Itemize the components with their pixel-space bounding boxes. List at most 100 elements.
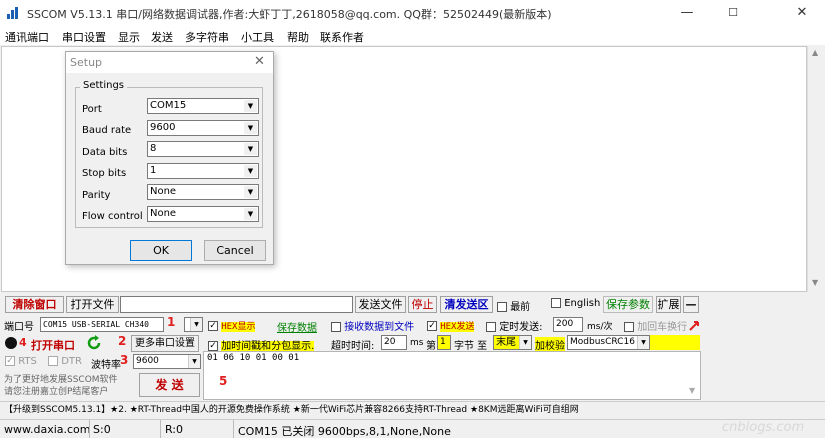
port-select[interactable]: COM15 ▼ (147, 98, 259, 114)
scroll-down-icon[interactable]: ▼ (689, 386, 695, 395)
checkbox-box (551, 298, 561, 308)
checkbox-box (486, 322, 496, 332)
cancel-button[interactable]: Cancel (204, 240, 266, 261)
chevron-down-icon: ▼ (188, 355, 200, 368)
hex-send-label: HEX发送 (440, 322, 475, 332)
timeout-input[interactable]: 20 (381, 335, 407, 350)
rts-checkbox[interactable]: ✓ RTS (5, 356, 37, 367)
scroll-down-icon[interactable]: ▼ (812, 278, 818, 287)
send-button[interactable]: 发 送 (139, 373, 200, 397)
topmost-checkbox[interactable]: 最前 (497, 298, 530, 313)
checksum-value: ModbusCRC16 (570, 337, 635, 347)
open-port-button[interactable]: 打开串口 (31, 337, 75, 353)
timeout-unit: ms (410, 338, 424, 348)
status-url[interactable]: www.daxia.com (4, 423, 91, 436)
dtr-checkbox[interactable]: DTR (48, 356, 82, 367)
status-bar: www.daxia.com S:0 R:0 COM15 已关闭 9600bps,… (0, 419, 825, 438)
chevron-down-icon: ▼ (244, 100, 257, 112)
add-crlf-checkbox[interactable]: 加回车换行 (624, 318, 687, 333)
checkbox-box (331, 322, 341, 332)
timed-send-checkbox[interactable]: 定时发送: (486, 318, 543, 333)
minimize-button[interactable]: — (664, 0, 710, 26)
more-serial-settings-button[interactable]: 更多串口设置 (131, 335, 199, 352)
window-title: SSCOM V5.13.1 串口/网络数据调试器,作者:大虾丁丁,2618058… (27, 8, 552, 21)
send-content: 01 06 10 01 00 01 (207, 353, 300, 363)
recv-to-file-label: 接收数据到文件 (344, 322, 415, 333)
open-file-button[interactable]: 打开文件 (66, 296, 119, 313)
checksum-select[interactable]: ModbusCRC16 ▼ (567, 335, 650, 350)
interval-input[interactable]: 200 (553, 317, 583, 332)
interval-value: 200 (556, 319, 574, 329)
save-data-link[interactable]: 保存数据 (277, 319, 317, 334)
port-number-label: 端口号 (4, 322, 34, 333)
end-byte-select[interactable]: 末尾 ▼ (493, 335, 532, 350)
port-select-main[interactable]: COM15 USB-SERIAL CH340 (40, 317, 164, 332)
dtr-label: DTR (61, 356, 82, 367)
hex-display-checkbox[interactable]: ✓ HEX显示 (208, 319, 256, 332)
stop-bits-label: Stop bits (82, 168, 127, 179)
topmost-label: 最前 (510, 302, 531, 313)
menu-tools[interactable]: 小工具 (241, 29, 274, 45)
menu-help[interactable]: 帮助 (287, 29, 309, 45)
app-icon (7, 7, 18, 19)
title-bar: SSCOM V5.13.1 串口/网络数据调试器,作者:大虾丁丁,2618058… (0, 0, 825, 26)
status-recv-count: R:0 (165, 423, 184, 436)
close-icon[interactable]: ✕ (254, 54, 265, 69)
chevron-down-icon: ▼ (244, 208, 257, 220)
setup-dialog: Setup ✕ Settings Port COM15 ▼ Baud rate 9… (65, 51, 274, 265)
port-dropdown[interactable]: ▼ (184, 317, 203, 332)
menu-bar: 通讯端口 串口设置 显示 发送 多字符串 小工具 帮助 联系作者 (0, 26, 825, 45)
menu-display[interactable]: 显示 (118, 29, 140, 45)
baud-label: 波特率 (91, 360, 121, 371)
clear-window-button[interactable]: 清除窗口 (5, 296, 64, 313)
data-bits-select[interactable]: 8 ▼ (147, 141, 259, 157)
parity-select[interactable]: None ▼ (147, 184, 259, 200)
baud-select[interactable]: 9600 ▼ (133, 354, 201, 369)
checkbox-checked: ✓ (427, 321, 437, 331)
expand-button[interactable]: 扩展 (656, 296, 681, 313)
maximize-button[interactable]: ☐ (710, 0, 756, 26)
english-checkbox[interactable]: English (551, 298, 600, 309)
baud-rate-select[interactable]: 9600 ▼ (147, 120, 259, 136)
send-area[interactable]: 01 06 10 01 00 01 ▼ (203, 351, 701, 400)
annotation-2: 2 (118, 334, 127, 348)
stop-button[interactable]: 停止 (408, 296, 437, 313)
menu-send[interactable]: 发送 (151, 29, 173, 45)
ok-button[interactable]: OK (130, 240, 192, 261)
menu-serial-settings[interactable]: 串口设置 (62, 29, 106, 45)
timed-send-label: 定时发送: (499, 322, 543, 333)
rts-label: RTS (18, 356, 37, 367)
checkbox-checked: ✓ (208, 341, 218, 351)
flow-control-select[interactable]: None ▼ (147, 206, 259, 222)
menu-comm-port[interactable]: 通讯端口 (5, 29, 49, 45)
timestamp-checkbox[interactable]: ✓ 加时间戳和分包显示. (208, 337, 315, 352)
baud-rate-value: 9600 (150, 122, 176, 133)
stop-bits-select[interactable]: 1 ▼ (147, 163, 259, 179)
recv-to-file-checkbox[interactable]: 接收数据到文件 (331, 318, 414, 333)
refresh-icon[interactable] (86, 335, 102, 351)
status-divider (160, 420, 161, 438)
collapse-button[interactable]: — (683, 296, 699, 313)
save-params-button[interactable]: 保存参数 (603, 296, 653, 313)
hex-send-checkbox[interactable]: ✓ HEX发送 (427, 319, 475, 332)
settings-legend: Settings (80, 80, 128, 91)
port-select-value: COM15 USB-SERIAL CH340 (43, 320, 149, 329)
receive-scrollbar[interactable]: ▲ ▼ (807, 46, 824, 292)
checkbox-box (48, 356, 58, 366)
start-byte-input[interactable]: 1 (437, 335, 451, 350)
start-byte-value: 1 (440, 337, 446, 347)
menu-multi-string[interactable]: 多字符串 (185, 29, 229, 45)
hex-display-label: HEX显示 (221, 322, 256, 332)
annotation-5: 5 (219, 374, 228, 388)
news-ticker[interactable]: 【升级到SSCOM5.13.1】★2. ★RT-Thread中国人的开源免费操作… (0, 401, 825, 418)
menu-contact[interactable]: 联系作者 (320, 29, 364, 45)
send-file-button[interactable]: 发送文件 (355, 296, 406, 313)
port-status-indicator (5, 337, 17, 349)
flow-control-label: Flow control (82, 211, 143, 222)
add-crlf-label: 加回车换行 (637, 322, 688, 333)
close-button[interactable]: ✕ (779, 0, 825, 26)
scroll-up-icon[interactable]: ▲ (812, 48, 818, 57)
file-path-input[interactable] (120, 296, 353, 313)
parity-value: None (150, 186, 177, 197)
clear-send-button[interactable]: 清发送区 (440, 296, 493, 313)
